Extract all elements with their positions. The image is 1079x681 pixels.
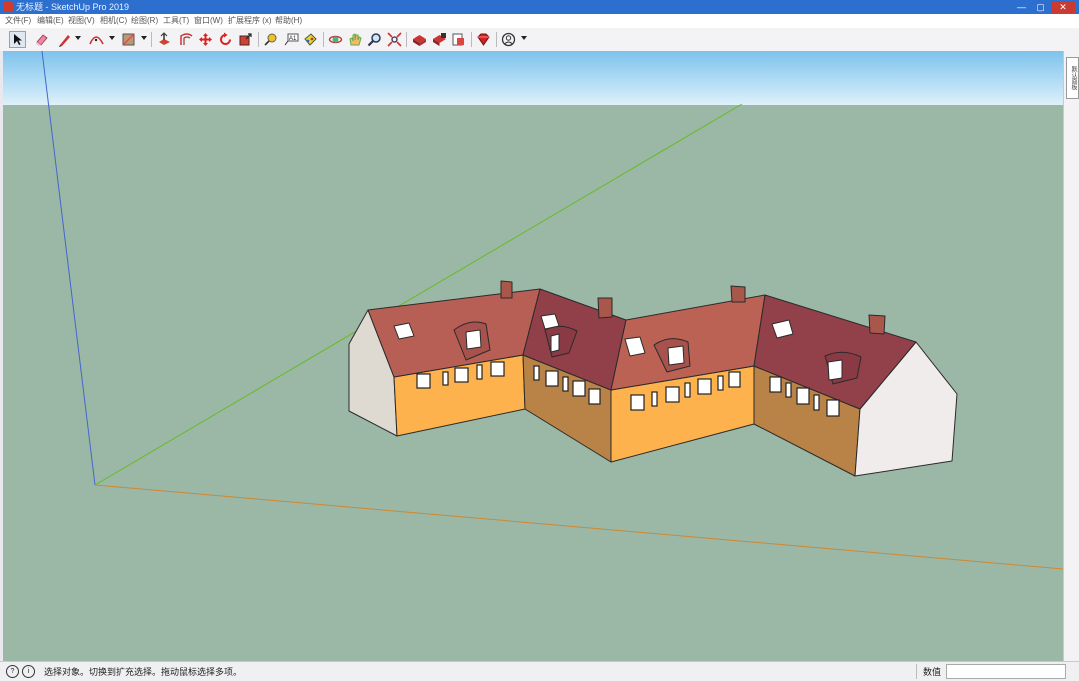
default-tray-collapsed[interactable]: 默认面板: [1063, 51, 1079, 661]
chimney: [597, 297, 613, 319]
dormer-window: [550, 333, 560, 353]
geo-location-icon[interactable]: ?: [6, 665, 19, 678]
status-divider: [916, 664, 917, 679]
dormer-window: [465, 329, 482, 350]
blue-axis: [41, 50, 96, 486]
dormer-window: [667, 345, 685, 366]
default-tray-tab[interactable]: 默认面板: [1066, 57, 1079, 99]
chimney: [868, 314, 886, 335]
model-viewport[interactable]: [0, 0, 1079, 680]
measurements-label: 数值: [923, 667, 942, 677]
building-model[interactable]: [348, 280, 958, 477]
dormer-window: [827, 359, 843, 381]
measurements-input[interactable]: [946, 664, 1066, 679]
info-icon[interactable]: i: [22, 665, 35, 678]
chimney: [500, 280, 513, 299]
status-bar: ? i 选择对象。切换到扩充选择。拖动鼠标选择多项。 数值: [0, 661, 1079, 681]
status-message: 选择对象。切换到扩充选择。拖动鼠标选择多项。: [44, 667, 243, 677]
red-axis: [94, 484, 1064, 570]
chimney: [730, 285, 746, 303]
